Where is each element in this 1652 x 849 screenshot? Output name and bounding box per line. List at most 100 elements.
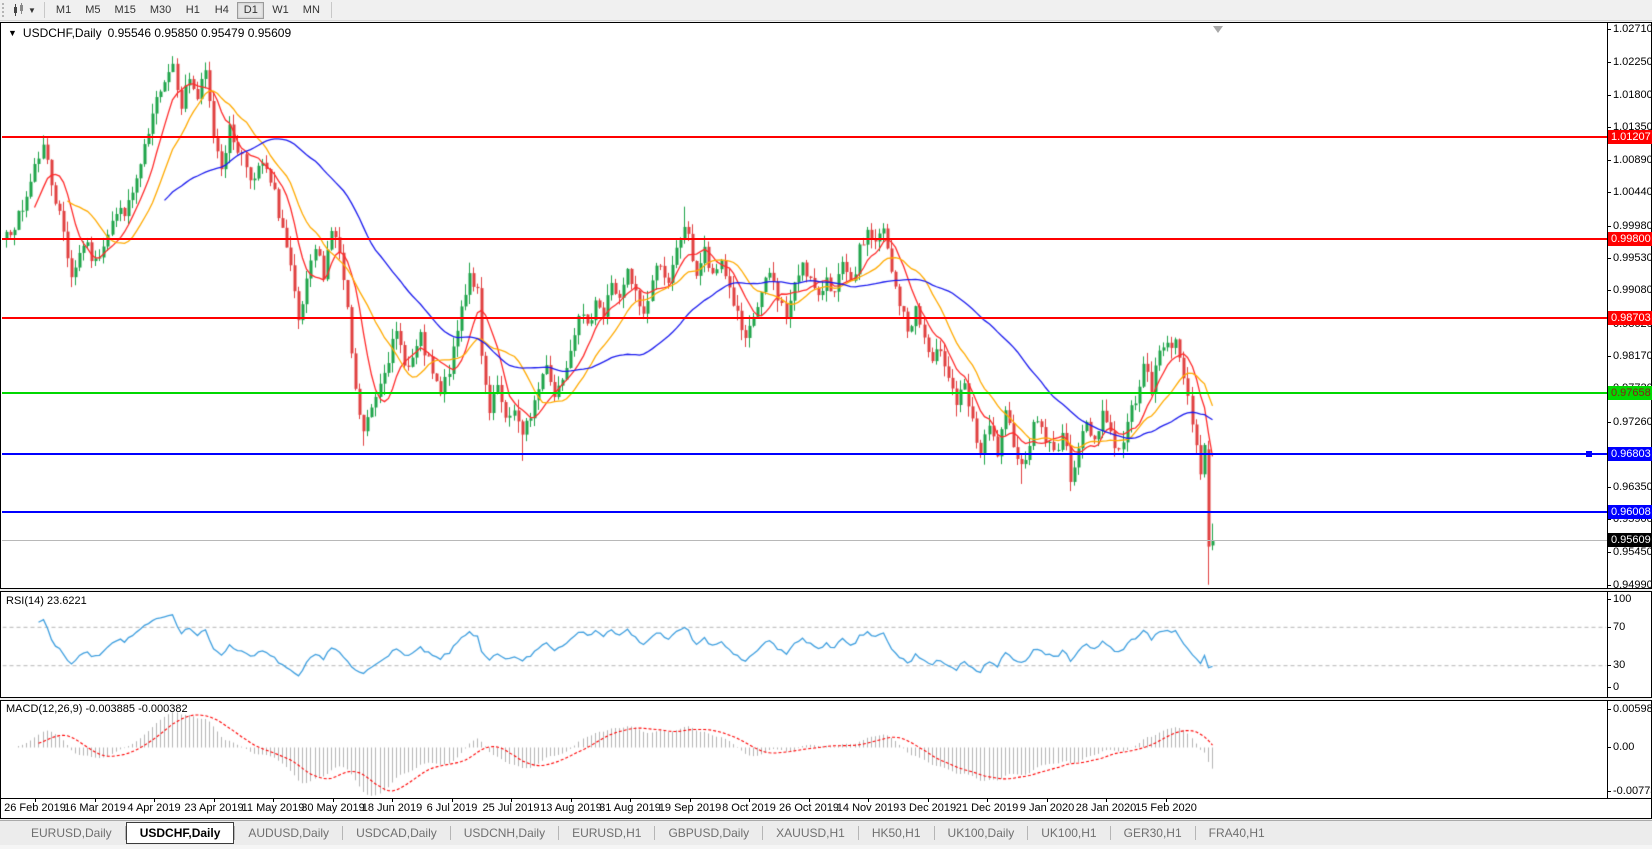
price-line-tag: 0.96008 (1608, 505, 1652, 519)
chart-tools-icon (12, 3, 26, 17)
chart-tab-uk100-daily[interactable]: UK100,Daily (935, 823, 1028, 843)
price-tick-label: 0.95450 (1613, 546, 1652, 558)
chart-tools-button[interactable]: ▼ (9, 1, 39, 19)
chart-tab-audusd-daily[interactable]: AUDUSD,Daily (235, 823, 342, 843)
date-axis-line[interactable] (0, 798, 1652, 799)
timeframe-button-mn[interactable]: MN (297, 2, 326, 19)
macd-indicator-label: MACD(12,26,9) -0.003885 -0.000382 (6, 703, 188, 715)
chart-symbol-label: USDCHF,Daily (23, 26, 102, 40)
macd-axis-label: 0.005986 (1613, 703, 1652, 715)
horizontal-line-0.97658[interactable] (2, 392, 1607, 394)
timeframe-button-h4[interactable]: H4 (208, 2, 235, 19)
price-line-tag: 0.96803 (1608, 447, 1652, 461)
date-label: 9 Jan 2020 (1020, 802, 1074, 814)
chevron-down-icon[interactable]: ▼ (28, 6, 36, 15)
toolbar-separator (331, 2, 332, 18)
date-label: 21 Dec 2019 (956, 802, 1018, 814)
chart-shift-marker[interactable] (1213, 26, 1223, 33)
date-label: 26 Feb 2019 (4, 802, 66, 814)
collapse-triangle-icon[interactable]: ▼ (8, 28, 17, 38)
chart-tab-fra40-h1[interactable]: FRA40,H1 (1196, 823, 1278, 843)
toolbar-grip[interactable] (2, 3, 5, 17)
date-label: 19 Sep 2019 (659, 802, 721, 814)
date-label: 25 Jul 2019 (483, 802, 540, 814)
horizontal-line-0.96008[interactable] (2, 511, 1607, 513)
date-label: 14 Nov 2019 (837, 802, 899, 814)
horizontal-line-0.98703[interactable] (2, 317, 1607, 319)
chart-tab-xauusd-h1[interactable]: XAUUSD,H1 (763, 823, 858, 843)
chart-tab-eurusd-daily[interactable]: EURUSD,Daily (18, 823, 125, 843)
price-line-tag: 0.98703 (1608, 311, 1652, 325)
price-tick-label: 0.99530 (1613, 252, 1652, 264)
macd-axis-label: 0.00 (1613, 741, 1634, 753)
price-tick-label: 1.02710 (1613, 23, 1652, 35)
rsi-value: 23.6221 (47, 595, 87, 607)
date-label: 26 Oct 2019 (779, 802, 839, 814)
date-label: 18 Jun 2019 (362, 802, 423, 814)
price-line-tag: 0.97658 (1608, 386, 1652, 400)
date-label: 11 May 2019 (242, 802, 305, 814)
timeframe-button-m5[interactable]: M5 (79, 2, 106, 19)
price-tick-label: 0.96350 (1613, 481, 1652, 493)
price-line-tag: 1.01207 (1608, 130, 1652, 144)
timeframe-button-m30[interactable]: M30 (144, 2, 177, 19)
price-tick-label: 0.99980 (1613, 220, 1652, 232)
rsi-macd-splitter[interactable] (0, 697, 1652, 701)
current-price-line (2, 540, 1607, 541)
main-rsi-splitter[interactable] (0, 588, 1652, 592)
chart-tab-hk50-h1[interactable]: HK50,H1 (859, 823, 934, 843)
timeframe-button-m15[interactable]: M15 (108, 2, 141, 19)
chart-title: ▼ USDCHF,Daily 0.95546 0.95850 0.95479 0… (8, 26, 291, 40)
chart-tab-uk100-h1[interactable]: UK100,H1 (1028, 823, 1109, 843)
timeframe-group: M1M5M15M30H1H4D1W1MN (50, 2, 326, 19)
date-label: 3 Dec 2019 (900, 802, 956, 814)
chart-tab-eurusd-h1[interactable]: EURUSD,H1 (559, 823, 654, 843)
date-label: 15 Feb 2020 (1135, 802, 1197, 814)
timeframe-button-h1[interactable]: H1 (179, 2, 206, 19)
chart-tab-gbpusd-daily[interactable]: GBPUSD,Daily (655, 823, 762, 843)
chart-tab-ger30-h1[interactable]: GER30,H1 (1111, 823, 1195, 843)
rsi-level-label: 30 (1613, 659, 1625, 671)
macd-name: MACD(12,26,9) (6, 703, 82, 715)
rsi-level-label: 0 (1613, 681, 1619, 693)
date-label: 8 Oct 2019 (722, 802, 776, 814)
toolbar: ▼ M1M5M15M30H1H4D1W1MN (0, 0, 1652, 21)
timeframe-button-m1[interactable]: M1 (50, 2, 77, 19)
price-tick-label: 0.97260 (1613, 416, 1652, 428)
current-price-tag: 0.95609 (1608, 533, 1652, 547)
macd-values: -0.003885 -0.000382 (85, 703, 187, 715)
price-chart-canvas[interactable] (0, 0, 1652, 849)
date-label: 4 Apr 2019 (127, 802, 180, 814)
rsi-level-label: 70 (1613, 621, 1625, 633)
chart-tab-usdcad-daily[interactable]: USDCAD,Daily (343, 823, 450, 843)
price-line-tag: 0.99800 (1608, 232, 1652, 246)
price-tick-label: 1.02250 (1613, 56, 1652, 68)
price-tick-label: 1.00890 (1613, 154, 1652, 166)
chart-tab-usdchf-daily[interactable]: USDCHF,Daily (126, 822, 235, 844)
macd-axis-label: -0.007737 (1613, 785, 1652, 797)
date-label: 30 May 2019 (301, 802, 365, 814)
chart-ohlc-values: 0.95546 0.95850 0.95479 0.95609 (108, 26, 292, 40)
toolbar-separator (44, 2, 45, 18)
horizontal-line-1.01207[interactable] (2, 136, 1607, 138)
price-tick-label: 1.01800 (1613, 89, 1652, 101)
price-tick-label: 1.00440 (1613, 186, 1652, 198)
rsi-level-label: 100 (1613, 593, 1631, 605)
rsi-name: RSI(14) (6, 595, 44, 607)
price-tick-label: 0.99080 (1613, 284, 1652, 296)
line-drag-handle[interactable] (1586, 451, 1592, 457)
date-label: 6 Jul 2019 (427, 802, 478, 814)
date-label: 28 Jan 2020 (1076, 802, 1137, 814)
price-tick-label: 0.98170 (1613, 350, 1652, 362)
date-label: 16 Mar 2019 (64, 802, 126, 814)
rsi-indicator-label: RSI(14) 23.6221 (6, 595, 87, 607)
date-label: 23 Apr 2019 (184, 802, 243, 814)
timeframe-button-w1[interactable]: W1 (266, 2, 295, 19)
horizontal-line-0.96803[interactable] (2, 453, 1607, 455)
chart-tab-bar: EURUSD,DailyUSDCHF,DailyAUDUSD,DailyUSDC… (0, 820, 1652, 845)
date-label: 31 Aug 2019 (599, 802, 661, 814)
date-label: 13 Aug 2019 (540, 802, 602, 814)
timeframe-button-d1[interactable]: D1 (237, 2, 264, 19)
horizontal-line-0.99800[interactable] (2, 238, 1607, 240)
chart-tab-usdcnh-daily[interactable]: USDCNH,Daily (451, 823, 558, 843)
